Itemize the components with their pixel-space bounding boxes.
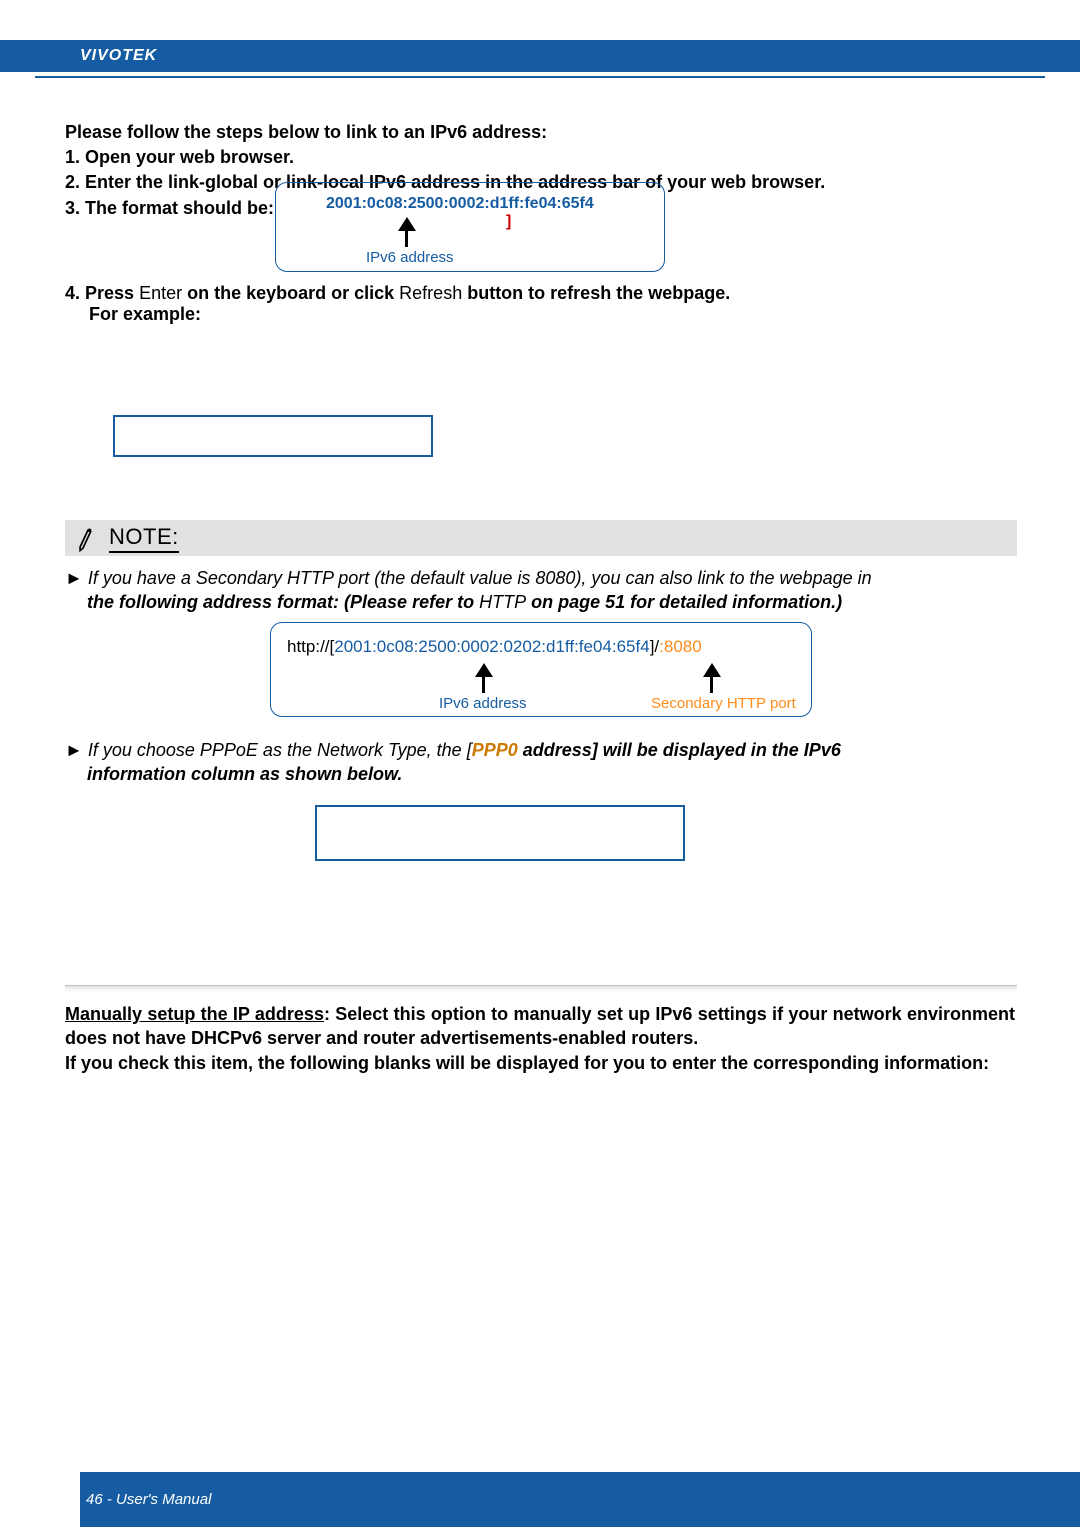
url-line-1: 2001:0c08:2500:0002:d1ff:fe04:65f4 ] xyxy=(326,195,664,231)
manual-underline: Manually setup the IP address xyxy=(65,1004,324,1024)
page-header: VIVOTEK xyxy=(0,40,1080,72)
note2-text-c: information column as shown below. xyxy=(65,764,402,784)
step-1: 1. Open your web browser. xyxy=(65,145,1015,170)
url2-port: :8080 xyxy=(659,637,702,656)
header-underline xyxy=(35,76,1045,78)
note2-text-a: If you choose PPPoE as the Network Type,… xyxy=(83,740,472,760)
note-paragraph-2: ► If you choose PPPoE as the Network Typ… xyxy=(65,738,1015,787)
url-format-box-2: http://[2001:0c08:2500:0002:0202:d1ff:fe… xyxy=(270,622,812,717)
http-port-label: Secondary HTTP port xyxy=(651,695,796,712)
note-paragraph-1: ► If you have a Secondary HTTP port (the… xyxy=(65,566,1015,615)
manual-setup-paragraph: Manually setup the IP address: Select th… xyxy=(65,1002,1015,1075)
arrow-up-icon xyxy=(396,217,416,247)
page-number-label: 46 - User's Manual xyxy=(86,1491,211,1508)
step-4: 4. Press Enter on the keyboard or click … xyxy=(65,283,730,325)
url2-prefix: http:// xyxy=(287,637,330,656)
note1-text-a: If you have a Secondary HTTP port (the d… xyxy=(83,568,872,588)
bullet-icon: ► xyxy=(65,740,83,760)
step4-enter: Enter xyxy=(139,283,182,303)
section-divider xyxy=(65,985,1017,994)
brand-label: VIVOTEK xyxy=(80,47,157,65)
pencil-icon xyxy=(69,521,102,554)
manual-rest2: If you check this item, the following bl… xyxy=(65,1053,989,1073)
arrow-up-icon xyxy=(701,663,721,693)
step4-c: on the keyboard or click xyxy=(182,283,399,303)
right-bracket: ] xyxy=(326,213,511,230)
step4-a: 4. Press xyxy=(65,283,139,303)
arrow-up-icon xyxy=(473,663,493,693)
ipv6-address-text: 2001:0c08:2500:0002:d1ff:fe04:65f4 xyxy=(326,195,594,212)
ipv6-label: IPv6 address xyxy=(366,249,454,266)
url-format-box-1: 2001:0c08:2500:0002:d1ff:fe04:65f4 ] IPv… xyxy=(275,182,665,272)
url-line-2: http://[2001:0c08:2500:0002:0202:d1ff:fe… xyxy=(287,637,702,657)
ppp0-label: PPP0 xyxy=(472,740,518,760)
note1-text-b-prefix: the following address format: (Please re… xyxy=(87,592,479,612)
example-placeholder-box xyxy=(113,415,433,457)
step4-e: button to refresh the webpage. xyxy=(462,283,730,303)
steps-heading: Please follow the steps below to link to… xyxy=(65,120,1015,145)
step4-example-label: For example: xyxy=(65,304,730,325)
bullet-icon: ► xyxy=(65,568,83,588)
note-heading-band: NOTE: xyxy=(65,520,1017,556)
page-footer: 46 - User's Manual xyxy=(80,1472,1080,1527)
ipv6-label-2: IPv6 address xyxy=(439,695,527,712)
note2-text-b: address] will be displayed in the IPv6 xyxy=(518,740,841,760)
note-label: NOTE: xyxy=(109,524,179,553)
ppp0-placeholder-box xyxy=(315,805,685,861)
step4-refresh: Refresh xyxy=(399,283,462,303)
note1-text-b-suffix: on page 51 for detailed information.) xyxy=(526,592,842,612)
note1-http: HTTP xyxy=(479,592,526,612)
url2-ipv6: 2001:0c08:2500:0002:0202:d1ff:fe04:65f4 xyxy=(334,637,649,656)
